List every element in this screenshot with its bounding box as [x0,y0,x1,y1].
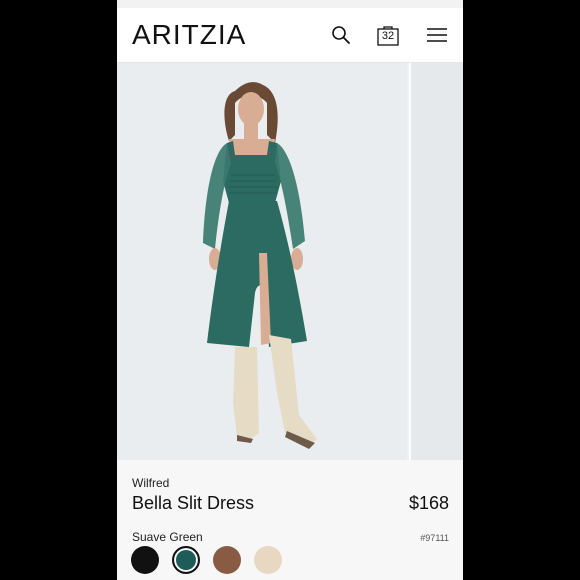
top-nav: ARITZIA 32 [117,8,463,63]
product-image-carousel[interactable] [117,63,463,460]
product-price: $168 [408,493,449,513]
product-title: Bella Slit Dress [132,493,255,513]
menu-button[interactable] [425,24,449,46]
product-photo[interactable] [117,63,407,460]
brand-logo[interactable]: ARITZIA [132,20,246,50]
color-swatch-brown[interactable] [213,546,241,574]
color-swatch-black[interactable] [131,546,159,574]
model-in-dress-image [203,82,317,449]
selected-color-name: Suave Green [132,530,203,544]
status-bar [117,0,463,8]
shopping-bag-button[interactable]: 32 [375,22,401,48]
color-swatch-suave-green[interactable] [172,546,200,574]
hamburger-menu-icon [427,28,447,42]
bag-count-badge: 32 [381,30,395,42]
product-sku: #97111 [420,533,449,543]
next-product-photo[interactable] [409,63,463,460]
product-info-panel: Wilfred Bella Slit Dress $168 Suave Gree… [117,460,463,580]
color-swatch-cream[interactable] [254,546,282,574]
product-brand: Wilfred [132,476,170,490]
app-screen: ARITZIA 32 Wilfred Bella Slit Dress $168… [117,0,463,580]
search-button[interactable] [329,22,353,48]
search-icon [332,26,350,44]
